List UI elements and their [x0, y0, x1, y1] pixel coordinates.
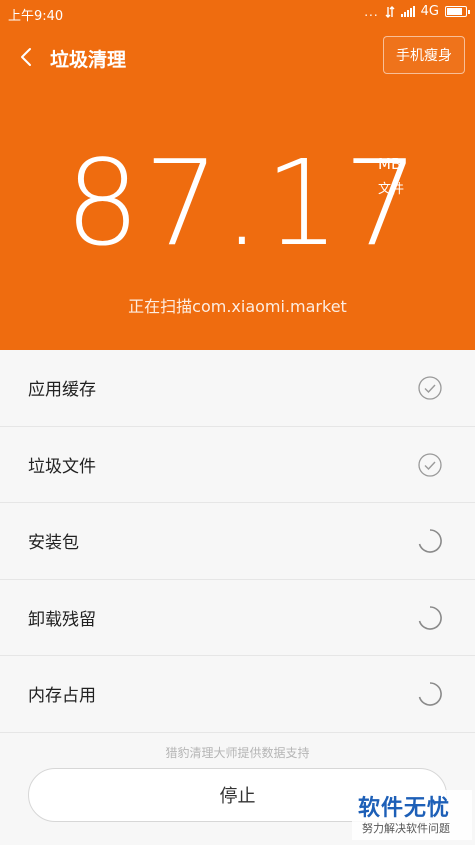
junk-size-unit: MB — [378, 155, 402, 173]
list-item-install-packages[interactable]: 安装包 — [0, 503, 475, 580]
watermark-subtitle: 努力解决软件问题 — [362, 822, 450, 835]
list-item-label: 卸载残留 — [28, 609, 96, 630]
list-item-junk-files[interactable]: 垃圾文件 — [0, 427, 475, 503]
list-item-label: 应用缓存 — [28, 380, 96, 401]
title-bar: 垃圾清理 手机瘦身 — [0, 36, 475, 80]
network-type: 4G — [420, 4, 439, 19]
watermark-title: 软件无忧 — [358, 796, 451, 821]
status-time: 上午9:40 — [8, 9, 64, 24]
list-item-uninstall-residue[interactable]: 卸载残留 — [0, 580, 475, 656]
page-title: 垃圾清理 — [50, 49, 127, 71]
status-bar: 上午9:40 ... 4G — [0, 0, 475, 26]
check-circle-icon — [418, 376, 442, 400]
loading-spinner-icon — [418, 529, 442, 553]
list-item-app-cache[interactable]: 应用缓存 — [0, 350, 475, 427]
back-arrow-icon[interactable] — [16, 44, 38, 70]
list-item-memory-usage[interactable]: 内存占用 — [0, 656, 475, 733]
list-item-label: 垃圾文件 — [28, 456, 96, 477]
data-transfer-icon — [385, 5, 395, 18]
notification-dots-icon: ... — [364, 4, 379, 19]
watermark-logo: 软件无忧 努力解决软件问题 — [352, 790, 472, 840]
phone-slim-button[interactable]: 手机瘦身 — [383, 36, 465, 74]
battery-icon — [445, 6, 470, 17]
junk-size-value: 87.17 — [65, 134, 423, 272]
signal-icon — [400, 6, 415, 17]
junk-size-kind: 文件 — [378, 182, 405, 197]
check-circle-icon — [418, 452, 442, 477]
loading-spinner-icon — [418, 605, 442, 630]
data-provider-note: 猎豹清理大师提供数据支持 — [165, 746, 310, 760]
scanning-status: 正在扫描com.xiaomi.market — [128, 297, 347, 316]
scan-category-list: 应用缓存 垃圾文件 安装包 卸载残留 内存占用 — [0, 350, 475, 733]
loading-spinner-icon — [418, 682, 442, 706]
header-panel: 上午9:40 ... 4G 垃圾清理 手机瘦身 87.17 MB 文件 正在扫描… — [0, 0, 475, 350]
list-item-label: 安装包 — [28, 533, 79, 554]
list-item-label: 内存占用 — [28, 686, 96, 707]
status-icons: ... 4G — [364, 4, 470, 19]
